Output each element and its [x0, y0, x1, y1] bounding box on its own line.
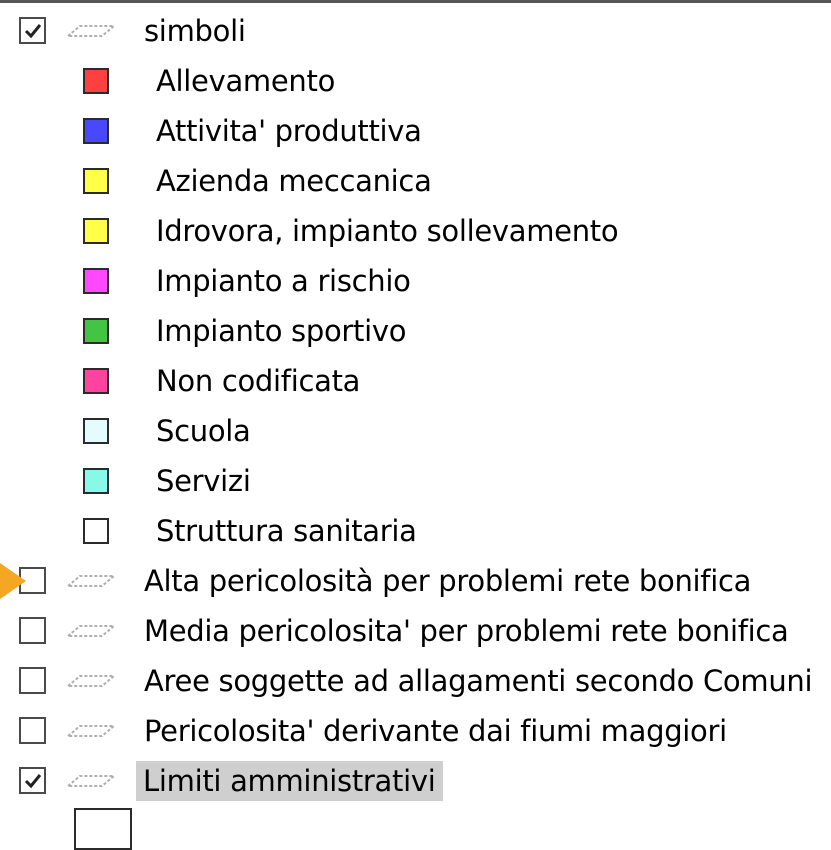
legend-item-servizi: Servizi — [0, 459, 831, 509]
check-mark-icon — [24, 24, 42, 39]
layer-label: simboli — [144, 14, 246, 48]
color-swatch — [83, 118, 109, 144]
legend-item-idrovora: Idrovora, impianto sollevamento — [0, 209, 831, 259]
layer-label: Media pericolosita' per problemi rete bo… — [144, 614, 789, 648]
layer-row-alta-pericolosita[interactable]: Alta pericolosità per problemi rete boni… — [0, 559, 831, 609]
legend-label: Impianto a rischio — [156, 264, 411, 298]
legend-item-impianto-sportivo: Impianto sportivo — [0, 309, 831, 359]
legend-item-attivita-produttiva: Attivita' produttiva — [0, 109, 831, 159]
checkbox-icon[interactable] — [19, 617, 46, 644]
color-swatch — [83, 418, 109, 444]
line-layer-icon — [66, 675, 116, 687]
layer-row-pericolosita-fiumi[interactable]: Pericolosita' derivante dai fiumi maggio… — [0, 709, 831, 759]
checkbox-icon[interactable] — [19, 767, 46, 794]
legend-swatch-limiti — [74, 808, 132, 850]
legend-item-scuola: Scuola — [0, 409, 831, 459]
color-swatch — [83, 68, 109, 94]
layer-label-selected: Limiti amministrativi — [136, 761, 444, 801]
legend-item-allevamento: Allevamento — [0, 59, 831, 109]
legend-item-non-codificata: Non codificata — [0, 359, 831, 409]
checkbox-icon[interactable] — [19, 667, 46, 694]
layer-row-media-pericolosita[interactable]: Media pericolosita' per problemi rete bo… — [0, 609, 831, 659]
legend-label: Allevamento — [156, 64, 336, 98]
line-layer-icon — [66, 25, 116, 37]
line-layer-icon — [66, 625, 116, 637]
color-swatch — [83, 268, 109, 294]
legend-label: Servizi — [156, 464, 251, 498]
legend-label: Azienda meccanica — [156, 164, 432, 198]
color-swatch — [83, 168, 109, 194]
layer-label: Alta pericolosità per problemi rete boni… — [144, 564, 752, 598]
line-layer-icon — [66, 725, 116, 737]
legend-label: Idrovora, impianto sollevamento — [156, 214, 619, 248]
arrow-pointer-icon — [0, 563, 26, 599]
line-layer-icon — [66, 575, 116, 587]
color-swatch — [83, 518, 109, 544]
legend-label: Impianto sportivo — [156, 314, 407, 348]
checkbox-icon[interactable] — [19, 17, 46, 44]
layer-row-aree-soggette[interactable]: Aree soggette ad allagamenti secondo Com… — [0, 659, 831, 709]
layer-label: Aree soggette ad allagamenti secondo Com… — [144, 664, 813, 698]
legend-label: Struttura sanitaria — [156, 514, 417, 548]
legend-item-azienda-meccanica: Azienda meccanica — [0, 159, 831, 209]
layer-row-limiti-amministrativi[interactable]: Limiti amministrativi — [0, 759, 831, 809]
color-swatch — [83, 318, 109, 344]
checkbox-icon[interactable] — [19, 717, 46, 744]
color-swatch — [83, 218, 109, 244]
panel-top-border — [0, 0, 831, 3]
legend-item-impianto-a-rischio: Impianto a rischio — [0, 259, 831, 309]
line-layer-icon — [66, 775, 116, 787]
legend-label: Attivita' produttiva — [156, 114, 422, 148]
legend-item-struttura-sanitaria: Struttura sanitaria — [0, 509, 831, 559]
color-swatch — [83, 468, 109, 494]
color-swatch — [83, 368, 109, 394]
legend-label: Scuola — [156, 414, 251, 448]
layer-row-simboli[interactable]: simboli — [0, 9, 831, 59]
check-mark-icon — [24, 774, 42, 789]
legend-label: Non codificata — [156, 364, 361, 398]
layer-label: Pericolosita' derivante dai fiumi maggio… — [144, 714, 727, 748]
